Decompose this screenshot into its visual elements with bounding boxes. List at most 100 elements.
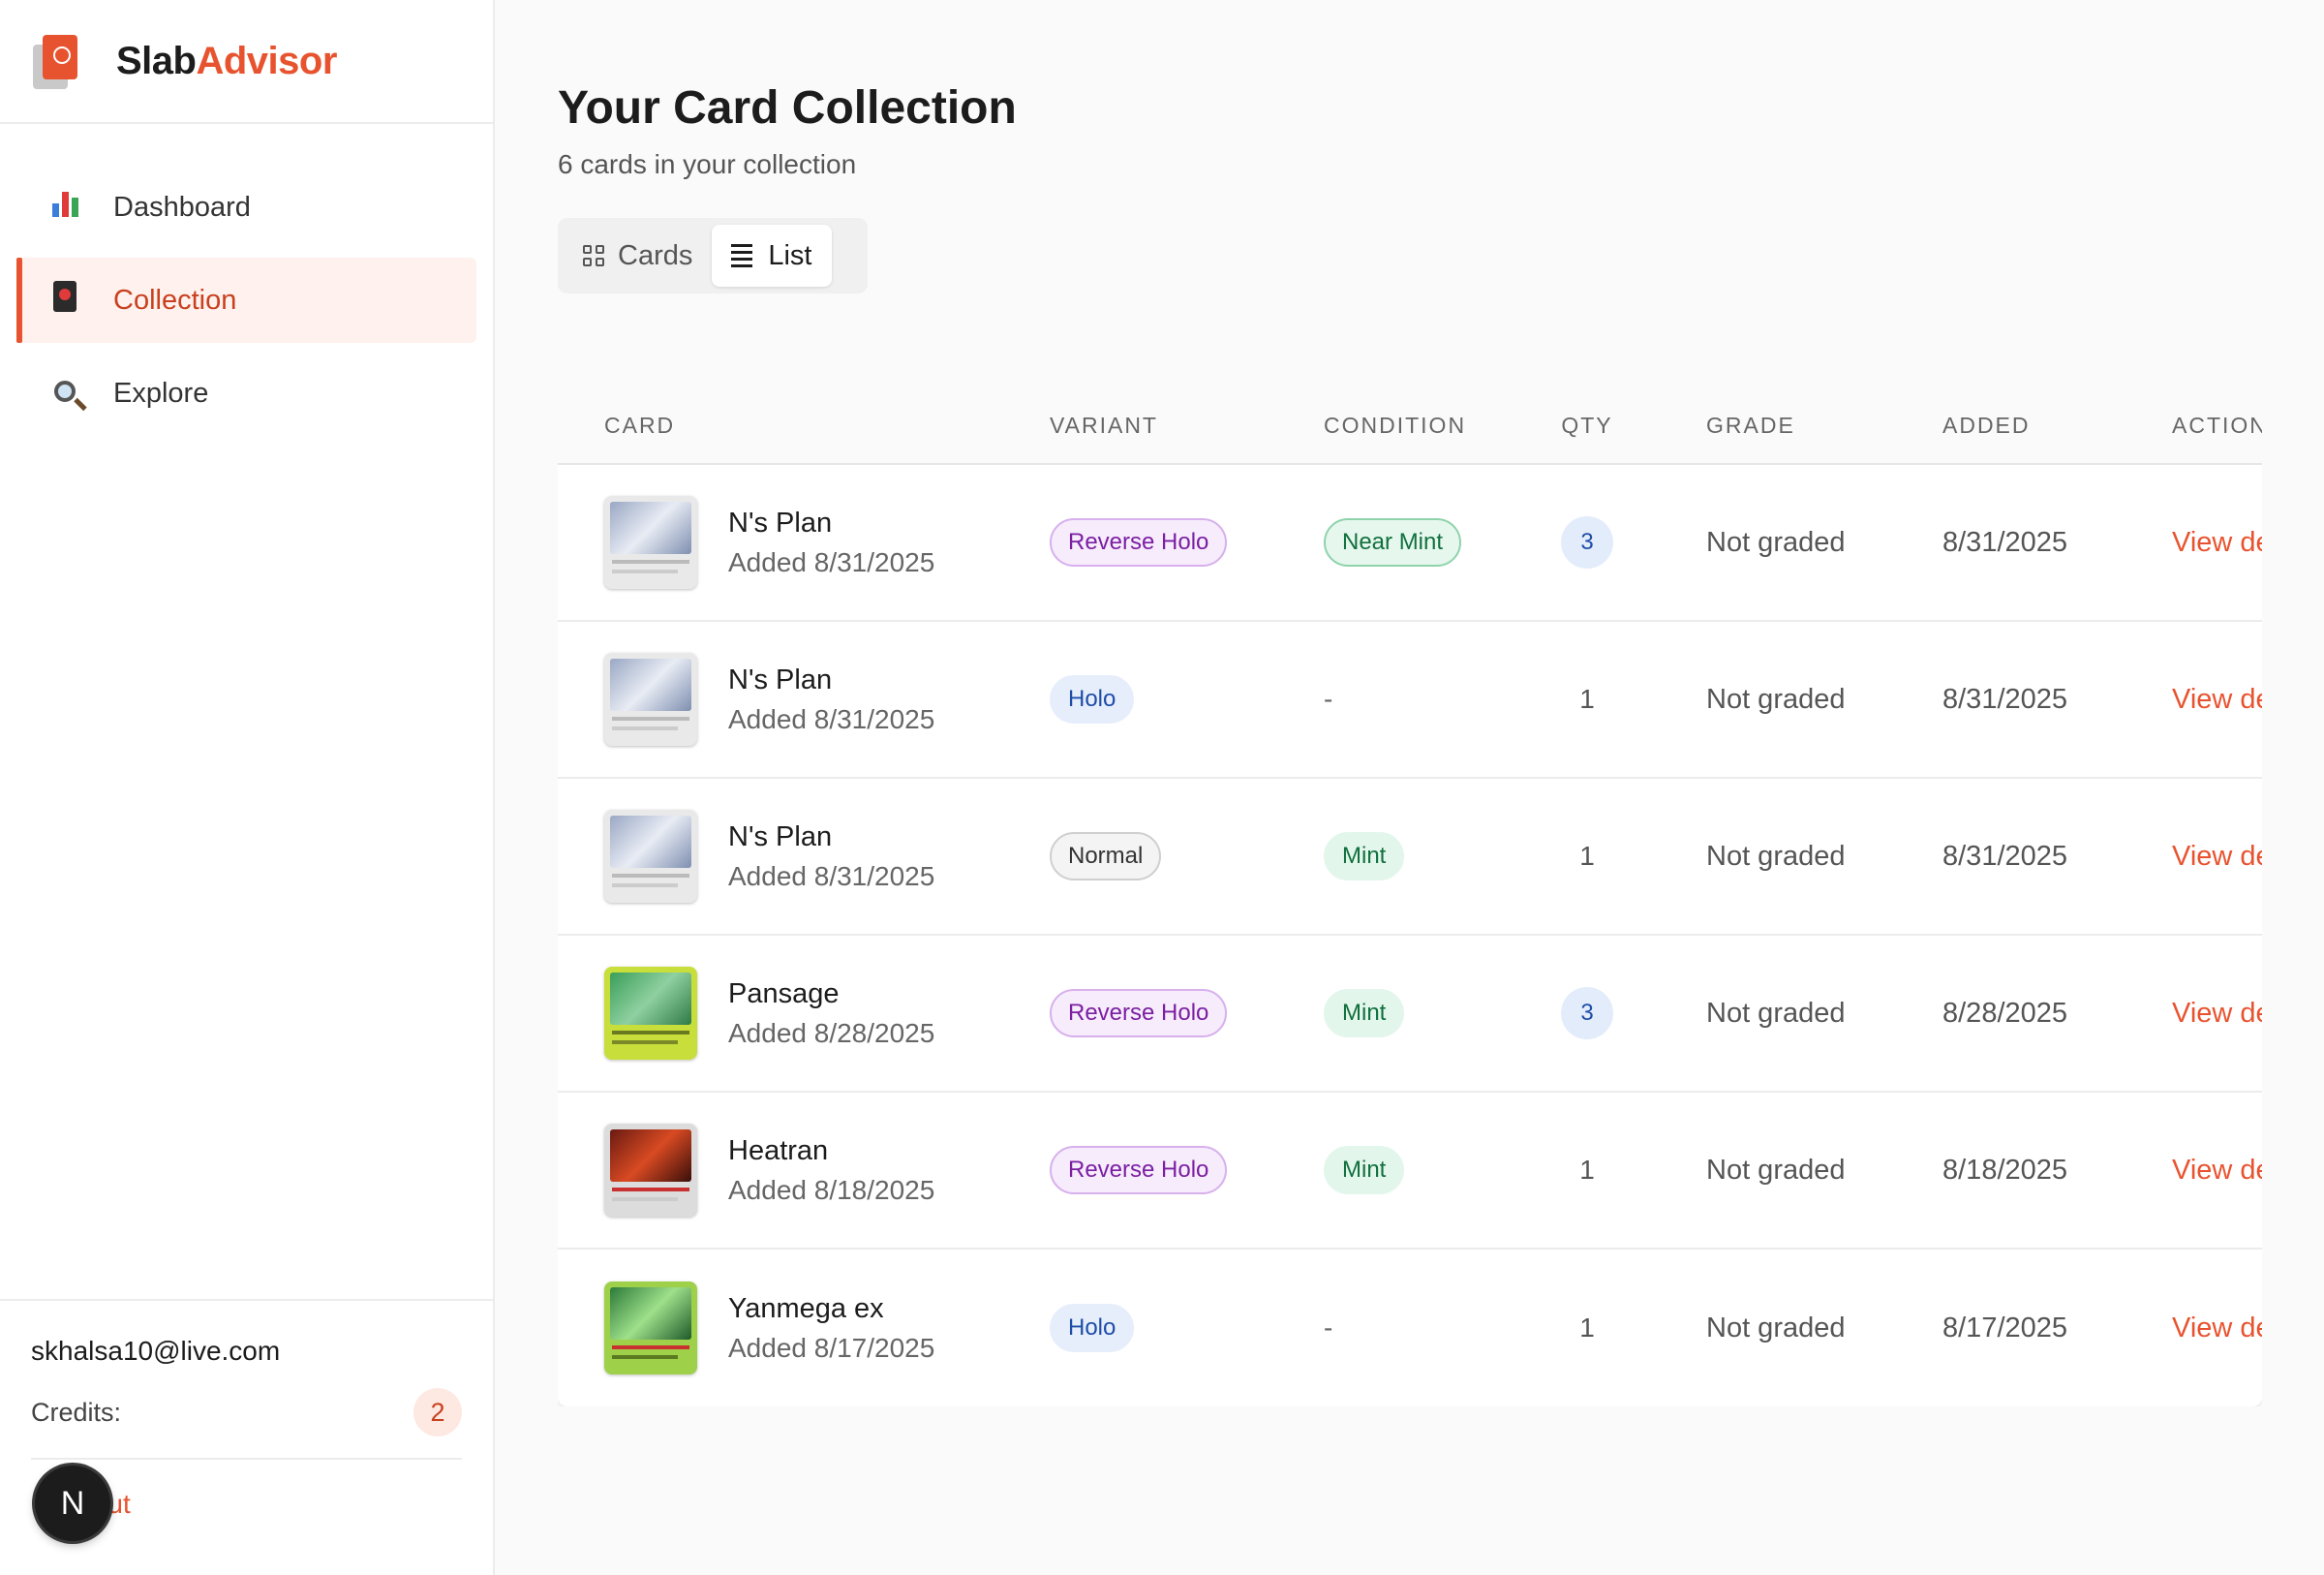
card-thumbnail[interactable] <box>604 967 697 1060</box>
quantity-badge: 3 <box>1561 987 1613 1039</box>
page-subtitle: 6 cards in your collection <box>558 149 857 179</box>
grid-icon <box>583 245 604 266</box>
card-name: Heatran <box>728 1134 829 1166</box>
grade-value: Not graded <box>1706 526 1846 558</box>
sidebar-item-collection[interactable]: Collection <box>16 258 476 343</box>
grade-value: Not graded <box>1706 1154 1846 1186</box>
sidebar-nav: Dashboard Collection Explore <box>0 124 493 436</box>
column-header-actions: ACTIONS <box>2172 412 2262 438</box>
logo-icon <box>31 33 79 89</box>
card-added-date: Added 8/31/2025 <box>728 703 935 734</box>
table-row[interactable]: Yanmega ex Added 8/17/2025 Holo - 1 Not … <box>558 1250 2262 1406</box>
table-row[interactable]: Pansage Added 8/28/2025 Reverse Holo Min… <box>558 936 2262 1093</box>
sidebar-item-explore[interactable]: Explore <box>16 351 476 436</box>
brand-name-part2: Advisor <box>196 39 337 82</box>
added-date: 8/31/2025 <box>1942 526 2068 558</box>
grade-value: Not graded <box>1706 997 1846 1029</box>
table-row[interactable]: Heatran Added 8/18/2025 Reverse Holo Min… <box>558 1093 2262 1250</box>
sidebar: SlabAdvisor Dashboard Collection Explore… <box>0 0 495 1575</box>
condition-badge: Mint <box>1324 832 1405 880</box>
account-email: skhalsa10@live.com <box>31 1336 281 1366</box>
view-details-link[interactable]: View details <box>2172 1155 2262 1187</box>
card-cell: Yanmega ex Added 8/17/2025 <box>604 1282 934 1374</box>
cards-view-button[interactable]: Cards <box>564 225 712 287</box>
column-header-grade[interactable]: GRADE <box>1706 413 1795 439</box>
card-cell: N's Plan Added 8/31/2025 <box>604 810 934 903</box>
quantity-badge: 3 <box>1561 516 1613 569</box>
card-thumbnail[interactable] <box>604 810 697 903</box>
grade-value: Not graded <box>1706 1312 1846 1343</box>
view-details-link[interactable]: View details <box>2172 527 2262 559</box>
credits-badge: 2 <box>413 1388 462 1436</box>
list-view-label: List <box>768 239 812 271</box>
condition-badge: Near Mint <box>1324 518 1462 567</box>
card-cell: N's Plan Added 8/31/2025 <box>604 653 934 746</box>
magnifier-icon <box>46 377 84 410</box>
condition-badge: Mint <box>1324 1146 1405 1194</box>
column-header-card[interactable]: CARD <box>604 413 675 439</box>
view-details-link[interactable]: View details <box>2172 998 2262 1030</box>
brand-name-part1: Slab <box>116 39 197 82</box>
card-cell: Pansage Added 8/28/2025 <box>604 967 934 1060</box>
variant-badge: Reverse Holo <box>1050 989 1228 1037</box>
brand[interactable]: SlabAdvisor <box>0 0 493 124</box>
card-added-date: Added 8/31/2025 <box>728 546 935 577</box>
added-date: 8/31/2025 <box>1942 683 2068 715</box>
added-date: 8/28/2025 <box>1942 997 2068 1029</box>
view-details-link[interactable]: View details <box>2172 841 2262 873</box>
view-details-link[interactable]: View details <box>2172 1312 2262 1344</box>
card-name: Yanmega ex <box>728 1292 884 1324</box>
table-row[interactable]: N's Plan Added 8/31/2025 Reverse Holo Ne… <box>558 465 2262 622</box>
credits-label: Credits: <box>31 1397 122 1427</box>
condition-value: - <box>1324 684 1333 714</box>
card-thumbnail[interactable] <box>604 496 697 589</box>
variant-badge: Holo <box>1050 675 1135 724</box>
grade-value: Not graded <box>1706 840 1846 872</box>
card-name: N's Plan <box>728 664 833 695</box>
condition-badge: Mint <box>1324 989 1405 1037</box>
column-header-added[interactable]: ADDED <box>1942 413 2031 439</box>
card-thumbnail[interactable] <box>604 653 697 746</box>
column-header-variant[interactable]: VARIANT <box>1050 413 1158 439</box>
card-name: N's Plan <box>728 820 833 852</box>
bar-chart-icon <box>46 190 84 225</box>
table-header: CARD VARIANT CONDITION QTY GRADE ADDED A… <box>558 387 2262 465</box>
table-row[interactable]: N's Plan Added 8/31/2025 Normal Mint 1 N… <box>558 779 2262 936</box>
avatar[interactable]: N <box>35 1466 110 1541</box>
column-header-condition[interactable]: CONDITION <box>1324 413 1466 439</box>
view-details-link[interactable]: View details <box>2172 684 2262 716</box>
variant-badge: Normal <box>1050 832 1162 880</box>
quantity-value: 1 <box>1579 841 1595 871</box>
table-row[interactable]: N's Plan Added 8/31/2025 Holo - 1 Not gr… <box>558 622 2262 779</box>
card-added-date: Added 8/31/2025 <box>728 860 935 891</box>
card-name: Pansage <box>728 977 840 1009</box>
list-icon <box>731 244 753 267</box>
added-date: 8/31/2025 <box>1942 840 2068 872</box>
view-toggle: Cards List <box>558 218 868 293</box>
card-thumbnail[interactable] <box>604 1124 697 1217</box>
list-view-button[interactable]: List <box>712 225 832 287</box>
card-cell: N's Plan Added 8/31/2025 <box>604 496 934 589</box>
brand-name: SlabAdvisor <box>116 40 337 83</box>
card-thumbnail[interactable] <box>604 1282 697 1374</box>
quantity-value: 1 <box>1579 1312 1595 1343</box>
card-added-date: Added 8/28/2025 <box>728 1017 935 1048</box>
variant-badge: Reverse Holo <box>1050 1146 1228 1194</box>
card-added-date: Added 8/18/2025 <box>728 1174 935 1205</box>
variant-badge: Reverse Holo <box>1050 518 1228 567</box>
cards-view-label: Cards <box>618 239 693 271</box>
added-date: 8/18/2025 <box>1942 1154 2068 1186</box>
sidebar-item-label: Explore <box>113 377 209 409</box>
sidebar-item-label: Dashboard <box>113 191 251 223</box>
variant-badge: Holo <box>1050 1304 1135 1352</box>
card-added-date: Added 8/17/2025 <box>728 1332 935 1363</box>
quantity-value: 1 <box>1579 684 1595 714</box>
credits-row: Credits: 2 <box>31 1388 462 1460</box>
condition-value: - <box>1324 1312 1333 1343</box>
sidebar-item-dashboard[interactable]: Dashboard <box>16 165 476 250</box>
collection-table: CARD VARIANT CONDITION QTY GRADE ADDED A… <box>558 387 2262 1406</box>
card-cell: Heatran Added 8/18/2025 <box>604 1124 934 1217</box>
column-header-qty[interactable]: QTY <box>1561 413 1613 439</box>
quantity-value: 1 <box>1579 1155 1595 1185</box>
added-date: 8/17/2025 <box>1942 1312 2068 1343</box>
